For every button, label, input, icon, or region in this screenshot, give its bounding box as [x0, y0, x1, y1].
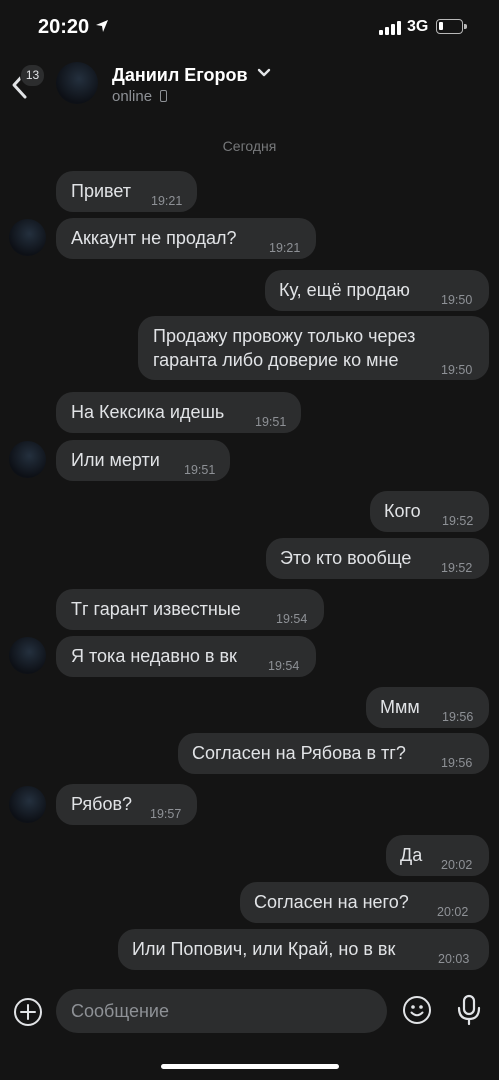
message-time: 19:54	[276, 612, 308, 626]
sender-avatar[interactable]	[9, 637, 46, 674]
message-time: 20:02	[441, 858, 473, 872]
message-input[interactable]: Сообщение	[56, 989, 387, 1033]
message-text: Кого	[384, 501, 421, 521]
message-composer: Сообщение	[0, 985, 499, 1037]
message-bubble[interactable]: Привет 19:21	[56, 171, 197, 212]
microphone-icon[interactable]	[455, 993, 483, 1027]
message-time: 19:50	[441, 293, 473, 307]
message-time: 19:52	[442, 514, 474, 528]
message-text-line: Продажу провожу только через	[153, 326, 416, 346]
signal-icon	[379, 21, 401, 35]
message-time: 19:56	[441, 756, 473, 770]
sender-avatar[interactable]	[9, 219, 46, 256]
status-bar: 20:20 3G	[0, 0, 499, 56]
contact-name[interactable]: Даниил Егоров	[112, 65, 248, 86]
message-time: 19:50	[441, 363, 473, 377]
message-text: Тг гарант известные	[71, 599, 241, 619]
message-text: Это кто вообще	[280, 548, 412, 568]
unread-badge: 13	[20, 64, 45, 87]
message-time: 20:02	[437, 905, 469, 919]
message-bubble[interactable]: Рябов? 19:57	[56, 784, 197, 825]
message-bubble[interactable]: Или мерти 19:51	[56, 440, 230, 481]
message-text: Ммм	[380, 697, 420, 717]
contact-status: online	[112, 88, 153, 105]
message-time: 19:57	[150, 807, 182, 821]
message-text-line: гаранта либо доверие ко мне	[153, 350, 399, 370]
message-text: Аккаунт не продал?	[71, 228, 237, 248]
message-text: Или Попович, или Край, но в вк	[132, 939, 396, 959]
home-indicator[interactable]	[161, 1064, 339, 1069]
message-time: 19:54	[268, 659, 300, 673]
network-type: 3G	[407, 18, 429, 35]
message-text: Я тока недавно в вк	[71, 646, 237, 666]
date-separator: Сегодня	[222, 138, 277, 154]
smile-icon[interactable]	[402, 995, 432, 1025]
message-text: Согласен на Рябова в тг?	[192, 743, 406, 763]
contact-avatar[interactable]	[56, 62, 98, 104]
message-time: 19:56	[442, 710, 474, 724]
location-arrow-icon	[95, 19, 109, 37]
message-bubble[interactable]: Согласен на Рябова в тг? 19:56	[178, 733, 489, 774]
status-time: 20:20	[38, 16, 90, 38]
plus-icon[interactable]	[13, 997, 43, 1027]
message-bubble[interactable]: На Кексика идешь 19:51	[56, 392, 301, 433]
chevron-down-icon[interactable]	[257, 66, 271, 85]
message-text: Привет	[71, 181, 132, 201]
message-bubble[interactable]: Тг гарант известные 19:54	[56, 589, 324, 630]
battery-icon	[436, 19, 467, 34]
message-bubble[interactable]: Согласен на него? 20:02	[240, 882, 489, 923]
message-time: 20:03	[438, 952, 470, 966]
message-bubble[interactable]: Я тока недавно в вк 19:54	[56, 636, 316, 677]
chat-header: 13 Даниил Егоров online	[0, 56, 499, 118]
message-time: 19:21	[269, 241, 301, 255]
message-time: 19:21	[151, 194, 183, 208]
message-text: Ку, ещё продаю	[279, 280, 410, 300]
message-text: На Кексика идешь	[71, 402, 225, 422]
message-time: 19:51	[184, 463, 216, 477]
message-bubble[interactable]: Да 20:02	[386, 835, 489, 876]
message-bubble[interactable]: Это кто вообще 19:52	[266, 538, 489, 579]
message-bubble[interactable]: Кого 19:52	[370, 491, 489, 532]
message-text: Рябов?	[71, 794, 133, 814]
message-placeholder: Сообщение	[71, 1001, 169, 1021]
message-time: 19:52	[441, 561, 473, 575]
message-bubble[interactable]: Ммм 19:56	[366, 687, 489, 728]
message-text: Согласен на него?	[254, 892, 409, 912]
phone-icon	[160, 90, 167, 102]
sender-avatar[interactable]	[9, 786, 46, 823]
message-bubble[interactable]: Ку, ещё продаю 19:50	[265, 270, 489, 311]
message-bubble[interactable]: Продажу провожу только через гаранта либ…	[138, 316, 489, 380]
message-text: Или мерти	[71, 450, 160, 470]
message-text: Да	[400, 845, 423, 865]
message-bubble[interactable]: Или Попович, или Край, но в вк 20:03	[118, 929, 489, 970]
message-bubble[interactable]: Аккаунт не продал? 19:21	[56, 218, 316, 259]
sender-avatar[interactable]	[9, 441, 46, 478]
message-time: 19:51	[255, 415, 287, 429]
